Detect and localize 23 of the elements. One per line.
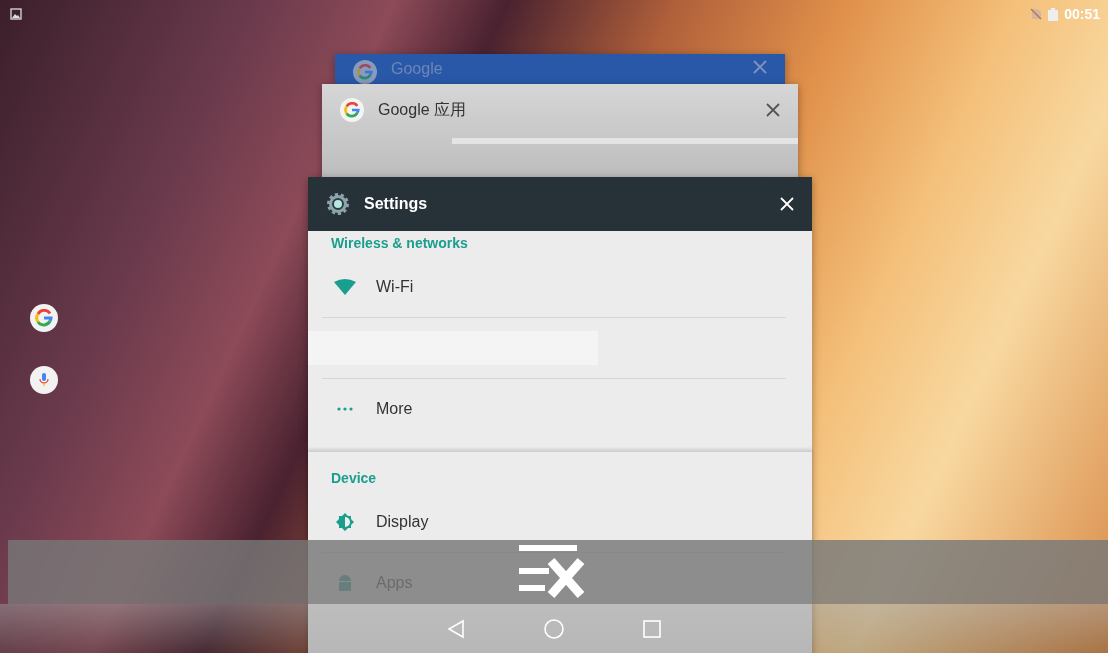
google-icon [353,60,377,84]
app-title: Settings [364,195,429,213]
app-card[interactable]: Google 应用 [322,84,798,177]
item-label: Wi-Fi [376,278,414,296]
google-icon [340,98,364,122]
section-header: Device [330,469,378,488]
battery-icon [1048,7,1059,21]
settings-icon [326,192,350,216]
settings-item[interactable]: Wi-Fi [322,257,786,318]
google-search-icon[interactable] [30,304,58,332]
more-icon [337,407,353,411]
item-label: Display [376,513,429,531]
no-sim-icon [1030,8,1043,20]
clock-time: 00:51 [1064,6,1100,22]
app-title: Google 应用 [378,99,468,120]
item-label: More [376,400,413,418]
settings-item[interactable]: More [322,379,786,439]
brightness-icon [336,513,354,531]
picture-icon [10,8,22,20]
section-header: Wireless & networks [330,234,469,253]
wifi-icon [334,279,356,295]
microphone-icon[interactable] [30,366,58,394]
app-title: Google [391,60,444,78]
